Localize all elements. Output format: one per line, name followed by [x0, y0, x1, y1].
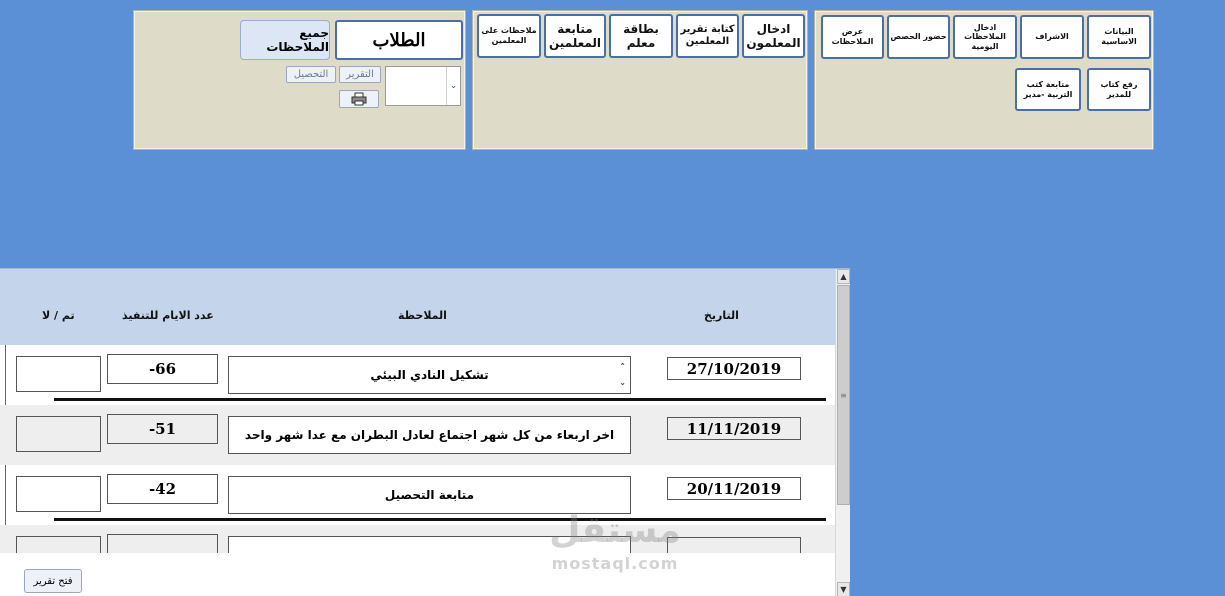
- date-field[interactable]: 20/11/2019: [667, 477, 801, 500]
- supervision-button[interactable]: الاشراف: [1020, 15, 1084, 59]
- scroll-thumb[interactable]: ≡: [837, 285, 850, 505]
- table-row: -66 تشكيل النادي البيئي ⌃ ⌄ 27/10/2019: [0, 345, 835, 405]
- note-field[interactable]: [228, 536, 631, 553]
- done-field[interactable]: [16, 416, 101, 452]
- note-field[interactable]: تشكيل النادي البيئي ⌃ ⌄: [228, 356, 631, 394]
- done-field[interactable]: [16, 356, 101, 392]
- student-combo-box[interactable]: ⌄: [385, 66, 461, 106]
- students-title: الطلاب: [335, 20, 463, 60]
- column-header-days: عدد الايام للتنفيذ: [122, 309, 214, 322]
- notes-list: التاريخ الملاحظة عدد الايام للتنفيذ تم /…: [0, 268, 850, 596]
- note-text: تشكيل النادي البيئي: [370, 368, 489, 382]
- scroll-up-icon[interactable]: ▲: [837, 269, 850, 284]
- row-separator: [54, 518, 826, 521]
- teachers-notes-button[interactable]: ملاحظات على المعلمين: [477, 14, 541, 58]
- days-field[interactable]: -42: [107, 474, 218, 504]
- table-row: -42 متابعة التحصيل 20/11/2019: [0, 465, 835, 525]
- report-button[interactable]: التقرير: [339, 66, 381, 83]
- note-field[interactable]: متابعة التحصيل: [228, 476, 631, 514]
- chevron-down-icon[interactable]: ⌄: [446, 67, 460, 105]
- column-header-date: التاريخ: [704, 309, 739, 322]
- education-letters-button[interactable]: متابعة كتب التربية -مدير: [1015, 68, 1081, 111]
- print-button[interactable]: [339, 90, 379, 108]
- days-field[interactable]: -66: [107, 354, 218, 384]
- teachers-followup-button[interactable]: متابعة المعلمين: [544, 14, 606, 58]
- column-header-done: تم / لا: [42, 309, 75, 322]
- students-panel: الطلاب جميع الملاحظات ⌄ التقرير التحصيل: [133, 10, 466, 150]
- list-footer: [0, 553, 835, 596]
- class-attendance-button[interactable]: حضور الحصص: [887, 15, 950, 59]
- vertical-scrollbar[interactable]: ▲ ≡ ▼: [835, 269, 850, 596]
- teachers-panel: ادخال المعلمون كتابة تقرير المعلمين بطاق…: [472, 10, 808, 150]
- row-separator: [54, 398, 826, 401]
- done-field[interactable]: [16, 536, 101, 553]
- days-field[interactable]: [107, 534, 218, 553]
- table-row: [0, 525, 835, 553]
- note-field[interactable]: اخر اربعاء من كل شهر اجتماع لعادل البطرا…: [228, 416, 631, 454]
- column-header-note: الملاحظة: [398, 309, 447, 322]
- enter-teachers-button[interactable]: ادخال المعلمون: [742, 14, 805, 58]
- teachers-report-button[interactable]: كتابة تقرير المعلمين: [676, 14, 739, 58]
- days-field[interactable]: -51: [107, 414, 218, 444]
- date-field[interactable]: [667, 537, 801, 553]
- all-notes-button[interactable]: جميع الملاحظات: [240, 20, 330, 60]
- date-field[interactable]: 27/10/2019: [667, 357, 801, 380]
- date-field[interactable]: 11/11/2019: [667, 417, 801, 440]
- submit-letter-button[interactable]: رفع كتاب للمدير: [1087, 68, 1151, 111]
- basic-data-button[interactable]: البيانات الاساسية: [1087, 15, 1151, 59]
- teacher-card-button[interactable]: بطاقة معلم: [609, 14, 673, 58]
- open-report-button[interactable]: فتح تقرير: [24, 569, 82, 593]
- daily-notes-button[interactable]: ادخال الملاحظات اليومية: [953, 15, 1017, 59]
- scroll-down-icon[interactable]: ▼: [837, 582, 850, 596]
- achievement-button[interactable]: التحصيل: [286, 66, 336, 83]
- table-row: -51 اخر اربعاء من كل شهر اجتماع لعادل ال…: [0, 405, 835, 465]
- done-field[interactable]: [16, 476, 101, 512]
- view-notes-button[interactable]: عرض الملاحظات: [821, 15, 884, 59]
- list-header: التاريخ الملاحظة عدد الايام للتنفيذ تم /…: [0, 269, 835, 345]
- printer-icon: [351, 92, 367, 106]
- note-scroll-arrows[interactable]: ⌃ ⌄: [619, 359, 626, 391]
- main-menu-panel: البيانات الاساسية الاشراف ادخال الملاحظا…: [814, 10, 1154, 150]
